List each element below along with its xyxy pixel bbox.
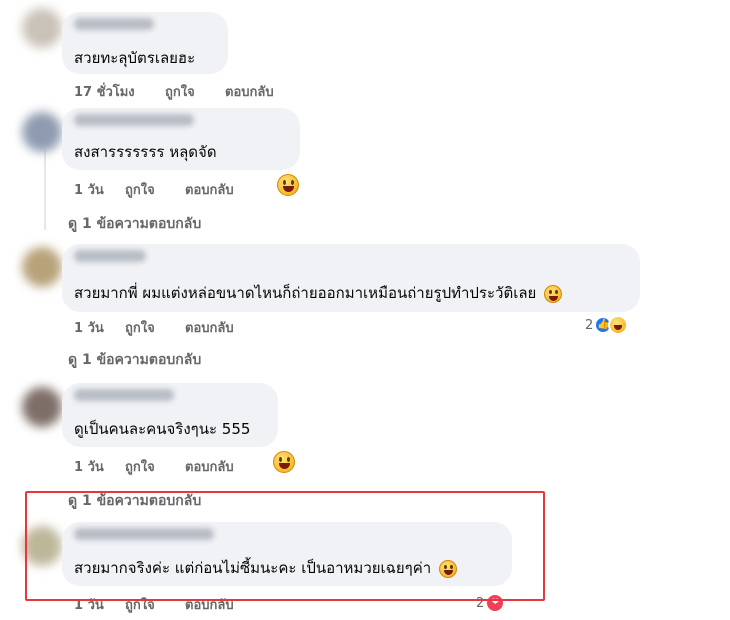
comment-timestamp[interactable]: 1 วัน <box>74 317 104 338</box>
reaction-count: 2 <box>585 317 594 333</box>
comment-text: สวยทะลุบัตรเลยฮะ <box>74 49 196 67</box>
like-link[interactable]: ถูกใจ <box>125 317 155 338</box>
comment-author[interactable] <box>74 250 146 262</box>
view-replies-link[interactable]: ดู 1 ข้อความตอบกลับ <box>68 349 201 371</box>
like-link[interactable]: ถูกใจ <box>165 81 195 102</box>
comment-actions: 1 วัน ถูกใจ ตอบกลับ <box>74 456 334 476</box>
grinning-emoji-icon[interactable] <box>273 451 295 473</box>
comment-actions: 17 ชั่วโมง ถูกใจ ตอบกลับ <box>74 81 334 102</box>
comment-timestamp[interactable]: 17 ชั่วโมง <box>74 81 135 102</box>
reply-link[interactable]: ตอบกลับ <box>185 317 234 338</box>
like-link[interactable]: ถูกใจ <box>125 456 155 477</box>
haha-icon <box>608 315 629 335</box>
reply-link[interactable]: ตอบกลับ <box>185 179 234 200</box>
comment-bubble: สวยมากพี่ ผมแต่งหล่อขนาดไหนก็ถ่ายออกมาเห… <box>62 244 640 312</box>
avatar[interactable] <box>22 112 62 152</box>
comment-bubble: ดูเป็นคนละคนจริงๆนะ 555 <box>62 383 278 447</box>
comment-author[interactable] <box>74 114 194 126</box>
comment-text: สงสารรรรรรร หลุดจัด <box>74 143 217 161</box>
comment-bubble: สวยทะลุบัตรเลยฮะ <box>62 12 228 74</box>
highlight-box <box>25 491 545 601</box>
comment-timestamp[interactable]: 1 วัน <box>74 456 104 477</box>
avatar[interactable] <box>22 387 62 427</box>
crying-emoji-icon <box>544 284 563 303</box>
reply-link[interactable]: ตอบกลับ <box>185 456 234 477</box>
comment-text-content: สวยมากพี่ ผมแต่งหล่อขนาดไหนก็ถ่ายออกมาเห… <box>74 284 537 302</box>
comment-author[interactable] <box>74 389 174 401</box>
view-replies-link[interactable]: ดู 1 ข้อความตอบกลับ <box>68 213 201 235</box>
avatar[interactable] <box>22 247 62 287</box>
comment-bubble: สงสารรรรรรร หลุดจัด <box>62 108 300 170</box>
avatar[interactable] <box>22 8 62 48</box>
comment-text: สวยมากพี่ ผมแต่งหล่อขนาดไหนก็ถ่ายออกมาเห… <box>74 281 563 305</box>
reply-link[interactable]: ตอบกลับ <box>225 81 274 102</box>
comment-text: ดูเป็นคนละคนจริงๆนะ 555 <box>74 420 251 438</box>
comment-author[interactable] <box>74 18 154 30</box>
thread-line <box>44 150 46 230</box>
reaction-summary[interactable]: 2 👍 <box>585 315 629 335</box>
comment-timestamp[interactable]: 1 วัน <box>74 179 104 200</box>
comment-actions: 1 วัน ถูกใจ ตอบกลับ <box>74 317 334 338</box>
grinning-emoji-icon[interactable] <box>277 174 299 196</box>
like-link[interactable]: ถูกใจ <box>125 179 155 200</box>
